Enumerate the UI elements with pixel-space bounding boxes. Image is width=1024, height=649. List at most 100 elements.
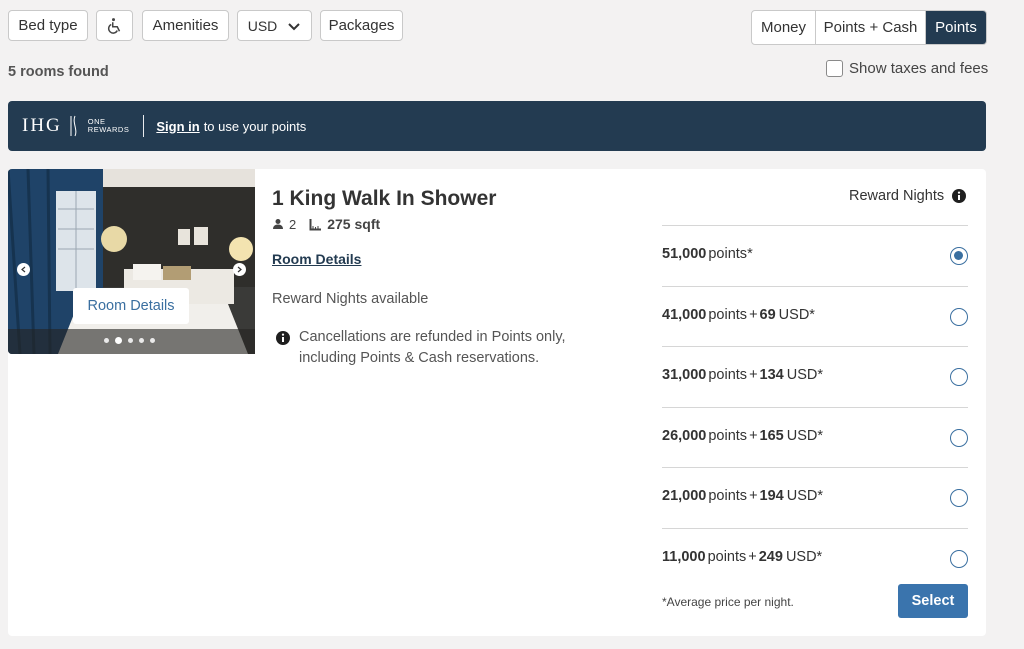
rate-option-label: 41,000 points +69 USD*: [662, 307, 815, 323]
room-card: Room Details 1 King Walk In Shower 2 275…: [8, 169, 986, 636]
points-option[interactable]: Points: [926, 11, 986, 44]
rate-plus: +: [749, 488, 758, 505]
money-option[interactable]: Money: [752, 11, 816, 44]
rate-cash-value: 249: [758, 549, 783, 565]
rate-suffix: USD*: [786, 427, 823, 444]
points-cash-option[interactable]: Points + Cash: [816, 11, 926, 44]
rate-points-value: 41,000: [662, 306, 707, 323]
rate-plus: +: [749, 427, 758, 444]
chevron-left-icon: [21, 266, 26, 273]
rate-radio[interactable]: [950, 550, 968, 568]
sign-in-link[interactable]: Sign in: [156, 119, 199, 134]
carousel-dot[interactable]: [128, 338, 133, 343]
room-size: 275 sqft: [327, 216, 381, 232]
sign-in-suffix: to use your points: [203, 118, 307, 134]
room-size-icon: [309, 218, 322, 230]
info-icon[interactable]: [951, 188, 967, 204]
amenities-label: Amenities: [152, 17, 219, 34]
rate-points-value: 31,000: [662, 367, 707, 384]
rate-suffix: *: [747, 246, 753, 262]
rate-option[interactable]: 21,000 points +194 USD*: [662, 467, 968, 528]
rate-radio-selected[interactable]: [950, 247, 968, 265]
rate-points-value: 51,000: [662, 246, 707, 262]
show-taxes-label: Show taxes and fees: [849, 60, 989, 77]
rate-option[interactable]: 51,000 points*: [662, 225, 968, 286]
show-taxes-checkbox[interactable]: [826, 60, 843, 77]
packages-label: Packages: [328, 17, 395, 34]
carousel-prev-button[interactable]: [17, 263, 30, 276]
rate-suffix: USD*: [786, 488, 823, 505]
reward-nights-header: Reward Nights: [849, 188, 967, 204]
rate-radio[interactable]: [950, 368, 968, 387]
rate-radio[interactable]: [950, 428, 968, 447]
room-photo: [8, 169, 255, 354]
rate-plus: +: [749, 367, 758, 384]
carousel-next-button[interactable]: [233, 263, 246, 276]
carousel-dot[interactable]: [139, 338, 144, 343]
show-taxes-toggle[interactable]: Show taxes and fees: [826, 60, 988, 77]
rate-suffix: USD*: [786, 367, 823, 384]
rooms-found-count: 5 rooms found: [8, 64, 109, 80]
rate-plus: +: [749, 306, 758, 323]
payment-toggle: Money Points + Cash Points: [751, 10, 987, 45]
rate-points-value: 11,000: [662, 549, 706, 565]
rate-points-word: points: [707, 549, 747, 565]
rate-suffix: USD*: [778, 306, 815, 323]
room-details-link[interactable]: Room Details: [272, 251, 361, 267]
rate-points-word: points: [708, 367, 748, 384]
average-price-note: *Average price per night.: [662, 595, 794, 609]
rate-points-value: 21,000: [662, 488, 707, 505]
rate-points-word: points: [708, 427, 748, 444]
currency-select[interactable]: USD: [237, 10, 312, 41]
select-button[interactable]: Select: [898, 584, 968, 618]
room-photo-carousel[interactable]: Room Details: [8, 169, 255, 354]
info-icon: [276, 331, 290, 345]
rate-option[interactable]: 31,000 points +134 USD*: [662, 346, 968, 407]
rate-option-label: 11,000 points +249 USD*: [662, 549, 822, 565]
currency-value: USD: [247, 17, 278, 34]
carousel-dots[interactable]: [104, 337, 155, 344]
cancellation-text: Cancellations are refunded in Points onl…: [299, 329, 566, 366]
logo-mark-icon: [70, 115, 77, 137]
reward-nights-label: Reward Nights: [849, 188, 945, 204]
carousel-dot-active[interactable]: [115, 337, 122, 344]
accessibility-filter[interactable]: [96, 10, 133, 41]
guests-icon: [273, 219, 283, 229]
rate-points-word: points: [708, 306, 748, 323]
rate-cash-value: 134: [759, 367, 784, 384]
wheelchair-icon: [107, 17, 120, 34]
rate-option[interactable]: 26,000 points +165 USD*: [662, 406, 968, 468]
chevron-down-icon: [288, 22, 300, 30]
carousel-dot[interactable]: [104, 338, 109, 343]
room-meta: 2 275 sqft: [272, 216, 380, 232]
chevron-right-icon: [237, 266, 242, 273]
rate-option[interactable]: 11,000 points +249 USD*: [662, 528, 968, 589]
rate-option[interactable]: 41,000 points +69 USD*: [662, 285, 968, 347]
rate-radio[interactable]: [950, 307, 968, 326]
bed-type-label: Bed type: [18, 17, 78, 34]
ihg-rewards-banner: IHG ONE REWARDS Sign in to use your poin…: [8, 101, 986, 151]
rate-option-label: 31,000 points +134 USD*: [662, 367, 823, 383]
banner-divider: [143, 115, 145, 137]
rate-suffix: USD*: [785, 549, 823, 565]
rate-option-label: 51,000 points*: [662, 246, 753, 262]
rate-option-label: 26,000 points +165 USD*: [662, 428, 823, 444]
rate-cash-value: 69: [759, 306, 776, 323]
reward-availability: Reward Nights available: [272, 291, 429, 307]
guests-count: 2: [289, 216, 297, 232]
rate-plus: +: [748, 549, 757, 565]
rate-points-value: 26,000: [662, 427, 707, 444]
bed-type-filter[interactable]: Bed type: [8, 10, 88, 41]
cancellation-notice: Cancellations are refunded in Points onl…: [275, 327, 599, 369]
rate-cash-value: 194: [759, 488, 784, 505]
photo-room-details-button[interactable]: Room Details: [73, 288, 189, 324]
room-title: 1 King Walk In Shower: [272, 187, 497, 210]
ihg-one-rewards-logo: IHG ONE REWARDS: [22, 115, 130, 137]
carousel-dot[interactable]: [150, 338, 155, 343]
rate-option-label: 21,000 points +194 USD*: [662, 488, 823, 504]
packages-filter[interactable]: Packages: [320, 10, 403, 41]
rate-points-word: points: [708, 246, 748, 262]
rate-points-word: points: [708, 488, 748, 505]
amenities-filter[interactable]: Amenities: [142, 10, 229, 41]
rate-radio[interactable]: [950, 489, 968, 508]
